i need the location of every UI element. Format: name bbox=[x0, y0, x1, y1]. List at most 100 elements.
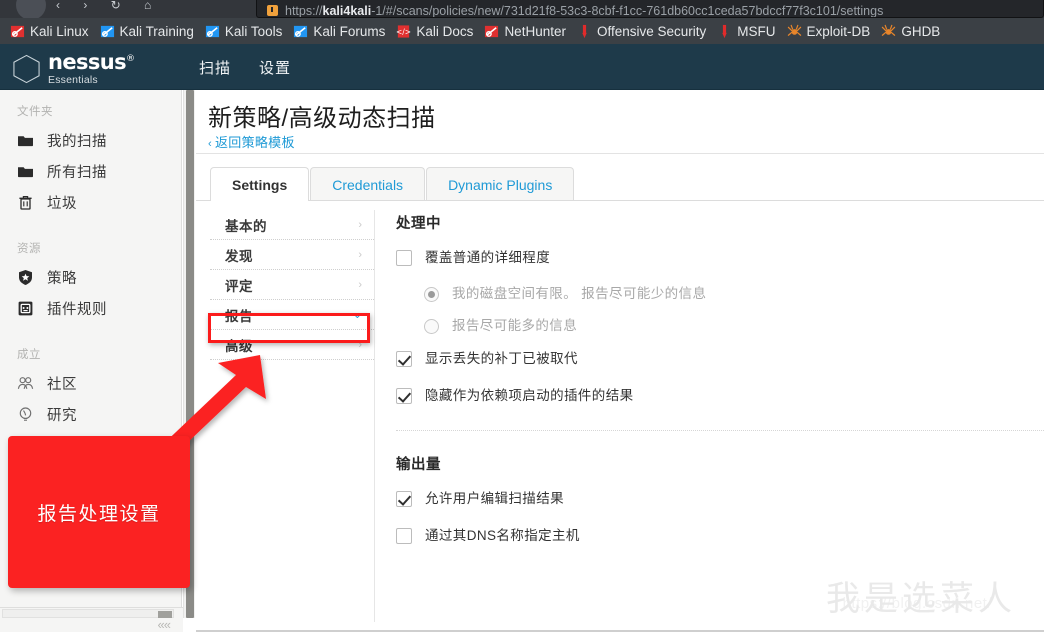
chevron-right-icon: › bbox=[358, 248, 362, 261]
sidebar-group-title: 资源 bbox=[17, 243, 41, 255]
section-title: 输出量 bbox=[396, 457, 441, 473]
checkbox[interactable] bbox=[396, 528, 412, 544]
settings-nav-item-4[interactable]: 高级 › bbox=[210, 330, 374, 360]
bookmark-label: Kali Forums bbox=[313, 23, 386, 39]
tab-settings[interactable]: Settings bbox=[210, 167, 310, 202]
bookmark-kali-training[interactable]: Kali Training bbox=[96, 18, 201, 44]
radio-button[interactable] bbox=[424, 319, 439, 334]
checkbox-option-row[interactable]: 通过其DNS名称指定主机 bbox=[396, 527, 1044, 544]
sidebar-item-label: 所有扫描 bbox=[47, 165, 107, 181]
url-prefix: https:// bbox=[285, 4, 323, 18]
sidebar-item-research-bulb[interactable]: 研究 bbox=[0, 399, 181, 430]
settings-nav-item-2[interactable]: 评定 › bbox=[210, 270, 374, 300]
option-label: 我的磁盘空间有限。 报告尽可能少的信息 bbox=[452, 286, 707, 301]
sidebar-item-icon-wrap bbox=[17, 132, 39, 149]
site-security-icon bbox=[267, 5, 278, 16]
kali-docs-book-icon: </> bbox=[396, 24, 411, 38]
checkbox-option-row[interactable]: 允许用户编辑扫描结果 bbox=[396, 490, 1044, 507]
settings-nav-label: 基本的 bbox=[225, 218, 267, 234]
browser-toolbar: ‹ › ↻ ⌂ https://kali4kali-1/#/scans/poli… bbox=[0, 0, 1044, 20]
radio-option-row[interactable]: 报告尽可能多的信息 bbox=[424, 318, 1044, 334]
back-to-templates-link[interactable]: ‹ 返回策略模板 bbox=[208, 132, 295, 151]
checkbox[interactable] bbox=[396, 491, 412, 507]
sidebar-item-trash[interactable]: 垃圾 bbox=[0, 187, 181, 218]
checkbox[interactable] bbox=[396, 351, 412, 367]
option-label: 允许用户编辑扫描结果 bbox=[425, 491, 564, 506]
title-divider bbox=[196, 153, 1044, 154]
checkbox-option-row[interactable]: 覆盖普通的详细程度 bbox=[396, 249, 1044, 266]
tab-divider bbox=[196, 200, 1044, 201]
bookmark-ghdb[interactable]: GHDB bbox=[877, 18, 947, 44]
screenshot-root: ‹ › ↻ ⌂ https://kali4kali-1/#/scans/poli… bbox=[0, 0, 1044, 632]
address-bar[interactable]: https://kali4kali-1/#/scans/policies/new… bbox=[256, 0, 1044, 18]
sidebar-item-folder[interactable]: 所有扫描 bbox=[0, 156, 181, 187]
sidebar-item-shield-star[interactable]: 策略 bbox=[0, 262, 181, 293]
sidebar-item-icon-wrap bbox=[17, 269, 39, 286]
kali-dragon-blue-icon bbox=[294, 25, 308, 37]
folder-icon bbox=[18, 167, 33, 178]
bookmark-kali-linux[interactable]: Kali Linux bbox=[6, 18, 96, 44]
settings-nav-item-1[interactable]: 发现 › bbox=[210, 240, 374, 270]
bookmark-msfu[interactable]: MSFU bbox=[713, 18, 782, 44]
chevron-right-icon: › bbox=[358, 338, 362, 351]
browser-nav-icons[interactable]: ‹ › ↻ ⌂ bbox=[56, 0, 161, 12]
checkbox-option-row[interactable]: 隐藏作为依赖项启动的插件的结果 bbox=[396, 387, 1044, 404]
offsec-icon bbox=[582, 24, 587, 38]
bookmark-kali-docs[interactable]: </> Kali Docs bbox=[392, 18, 480, 44]
checkbox-option-row[interactable]: 显示丢失的补丁已被取代 bbox=[396, 350, 1044, 367]
bookmark-offensive-security[interactable]: Offensive Security bbox=[573, 18, 713, 44]
sidebar-item-icon-wrap bbox=[17, 300, 39, 317]
chevron-down-icon: ⌄ bbox=[352, 309, 362, 321]
bookmark-label: Kali Tools bbox=[224, 23, 283, 39]
nessus-logo[interactable]: nessus® Essentials bbox=[12, 52, 135, 86]
sidebar-item-folder[interactable]: 我的扫描 bbox=[0, 125, 181, 156]
settings-nav-label: 高级 bbox=[225, 338, 253, 354]
settings-panel: 处理中 覆盖普通的详细程度 我的磁盘空间有限。 报告尽可能少的信息 报告尽可能多的信息… bbox=[396, 212, 1044, 564]
tab-credentials[interactable]: Credentials bbox=[310, 167, 426, 201]
bookmark-nethunter[interactable]: NetHunter bbox=[480, 18, 573, 44]
kali-dragon-blue-icon bbox=[205, 25, 219, 37]
settings-nav-item-0[interactable]: 基本的 › bbox=[210, 210, 374, 240]
brand-trademark: ® bbox=[126, 54, 135, 64]
sidebar-group-title: 文件夹 bbox=[17, 106, 53, 118]
chevron-left-icon: ‹ bbox=[208, 138, 212, 150]
brand-edition: Essentials bbox=[48, 74, 98, 86]
sidebar-item-label: 策略 bbox=[47, 271, 77, 287]
folder-icon bbox=[18, 136, 33, 147]
bookmark-kali-tools[interactable]: Kali Tools bbox=[201, 18, 290, 44]
nessus-hexagon-icon bbox=[13, 54, 40, 83]
settings-nav-item-3[interactable]: 报告 ⌄ bbox=[210, 300, 374, 330]
bookmark-exploit-db[interactable]: Exploit-DB bbox=[783, 18, 878, 44]
bookmark-kali-forums[interactable]: Kali Forums bbox=[289, 18, 392, 44]
url-path: -1/#/scans/policies/new/731d21f8-53c3-8c… bbox=[371, 4, 884, 18]
page-title: 新策略/高级动态扫描 bbox=[208, 105, 436, 132]
kali-dragon-icon bbox=[485, 25, 499, 37]
sidebar-hscrollbar[interactable] bbox=[2, 609, 174, 618]
url-host: kali4kali bbox=[322, 4, 372, 18]
app-nav-item-scans[interactable]: 扫描 bbox=[185, 57, 245, 78]
option-label: 报告尽可能多的信息 bbox=[452, 318, 578, 333]
bookmarks-bar: Kali Linux Kali Training Kali Tools Kali Fo… bbox=[0, 18, 1044, 44]
sidebar-item-icon-wrap bbox=[17, 375, 39, 392]
radio-option-row[interactable]: 我的磁盘空间有限。 报告尽可能少的信息 bbox=[424, 286, 1044, 302]
address-bar-text: https://kali4kali-1/#/scans/policies/new… bbox=[285, 4, 884, 18]
plugin-rules-icon bbox=[18, 301, 33, 316]
sidebar-item-plugin-rules[interactable]: 插件规则 bbox=[0, 293, 181, 324]
option-label: 隐藏作为依赖项启动的插件的结果 bbox=[425, 388, 634, 403]
checkbox[interactable] bbox=[396, 388, 412, 404]
checkbox[interactable] bbox=[396, 250, 412, 266]
radio-button[interactable] bbox=[424, 287, 439, 302]
bookmark-label: MSFU bbox=[737, 23, 776, 39]
tab-dynamic-plugins[interactable]: Dynamic Plugins bbox=[426, 167, 575, 201]
svg-text:</>: </> bbox=[396, 27, 411, 36]
chevron-right-icon: › bbox=[358, 218, 362, 231]
main-content: 新策略/高级动态扫描 ‹ 返回策略模板 Settings Credentials Dy… bbox=[196, 90, 1044, 632]
settings-nav-label: 发现 bbox=[225, 248, 253, 264]
sidebar-item-community-people[interactable]: 社区 bbox=[0, 368, 181, 399]
sidebar-collapse-button[interactable]: «« bbox=[158, 617, 172, 632]
settings-nav: 基本的 › 发现 › 评定 › 报告 ⌄ 高级 › bbox=[210, 210, 374, 360]
tab-bar: Settings Credentials Dynamic Plugins bbox=[210, 167, 575, 202]
bookmark-label: Kali Training bbox=[119, 23, 194, 39]
app-nav-item-settings[interactable]: 设置 bbox=[245, 57, 305, 78]
annotation-callout-text: 报告处理设置 bbox=[37, 503, 161, 525]
